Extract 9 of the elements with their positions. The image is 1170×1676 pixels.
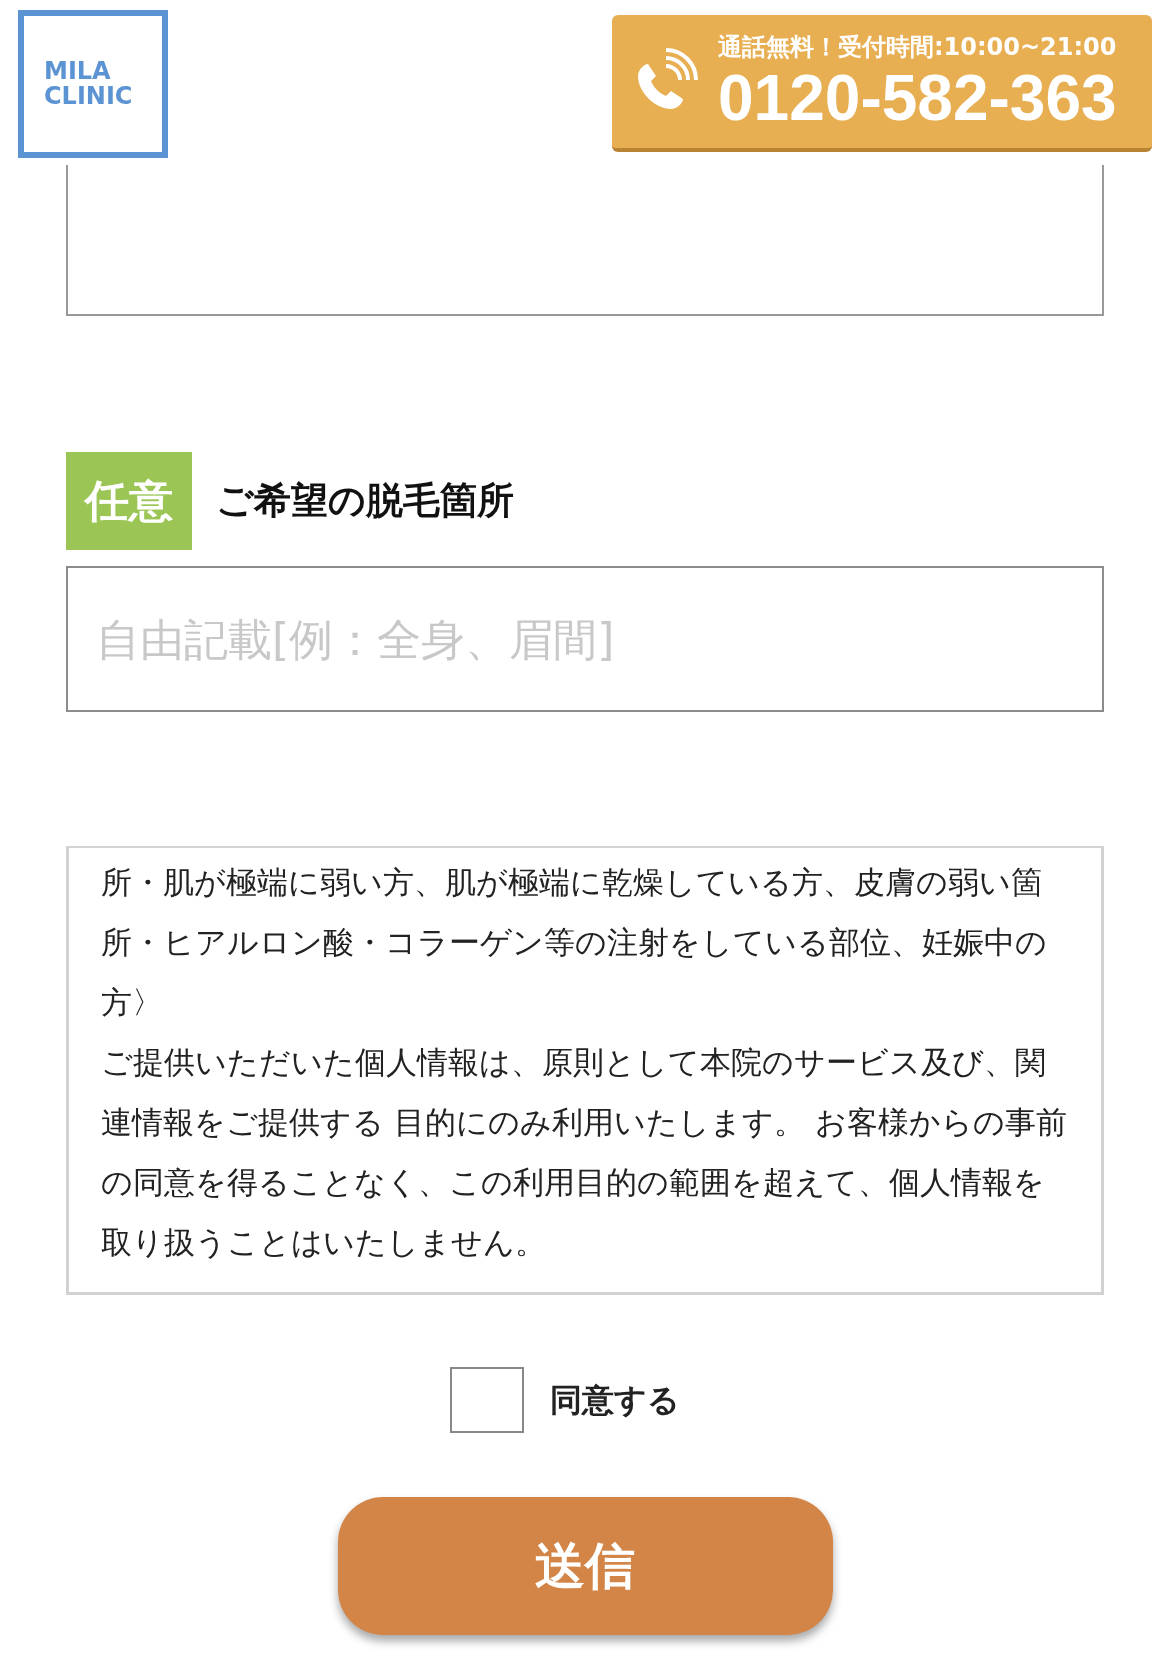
logo[interactable]: MILA CLINIC bbox=[18, 10, 168, 158]
terms-text: 所・肌が極端に弱い方、肌が極端に乾燥している方、皮膚の弱い箇所・ヒアルロン酸・コラーゲン等の注射をしている部位、妊娠中の方〉 bbox=[101, 863, 1048, 1022]
phone-button[interactable]: 通話無料！受付時間:10:00~21:00 0120-582-363 bbox=[612, 15, 1152, 152]
submit-button[interactable]: 送信 bbox=[337, 1497, 833, 1635]
terms-text: ご提供いただいた個人情報は、原則として本院のサービス及び、関連情報をご提供する 目的にのみ利用いたします。 お客様からの事前の同意を得ることなく、この利用目的の範囲を超えて、個人情報を取り扱うことはいたしません。 bbox=[101, 1043, 1068, 1262]
field-label: ご希望の脱毛箇所 bbox=[216, 478, 514, 525]
checkbox-label: 同意する bbox=[550, 1380, 680, 1421]
checkbox[interactable] bbox=[450, 1367, 524, 1433]
optional-tag: 任意 bbox=[66, 452, 192, 550]
